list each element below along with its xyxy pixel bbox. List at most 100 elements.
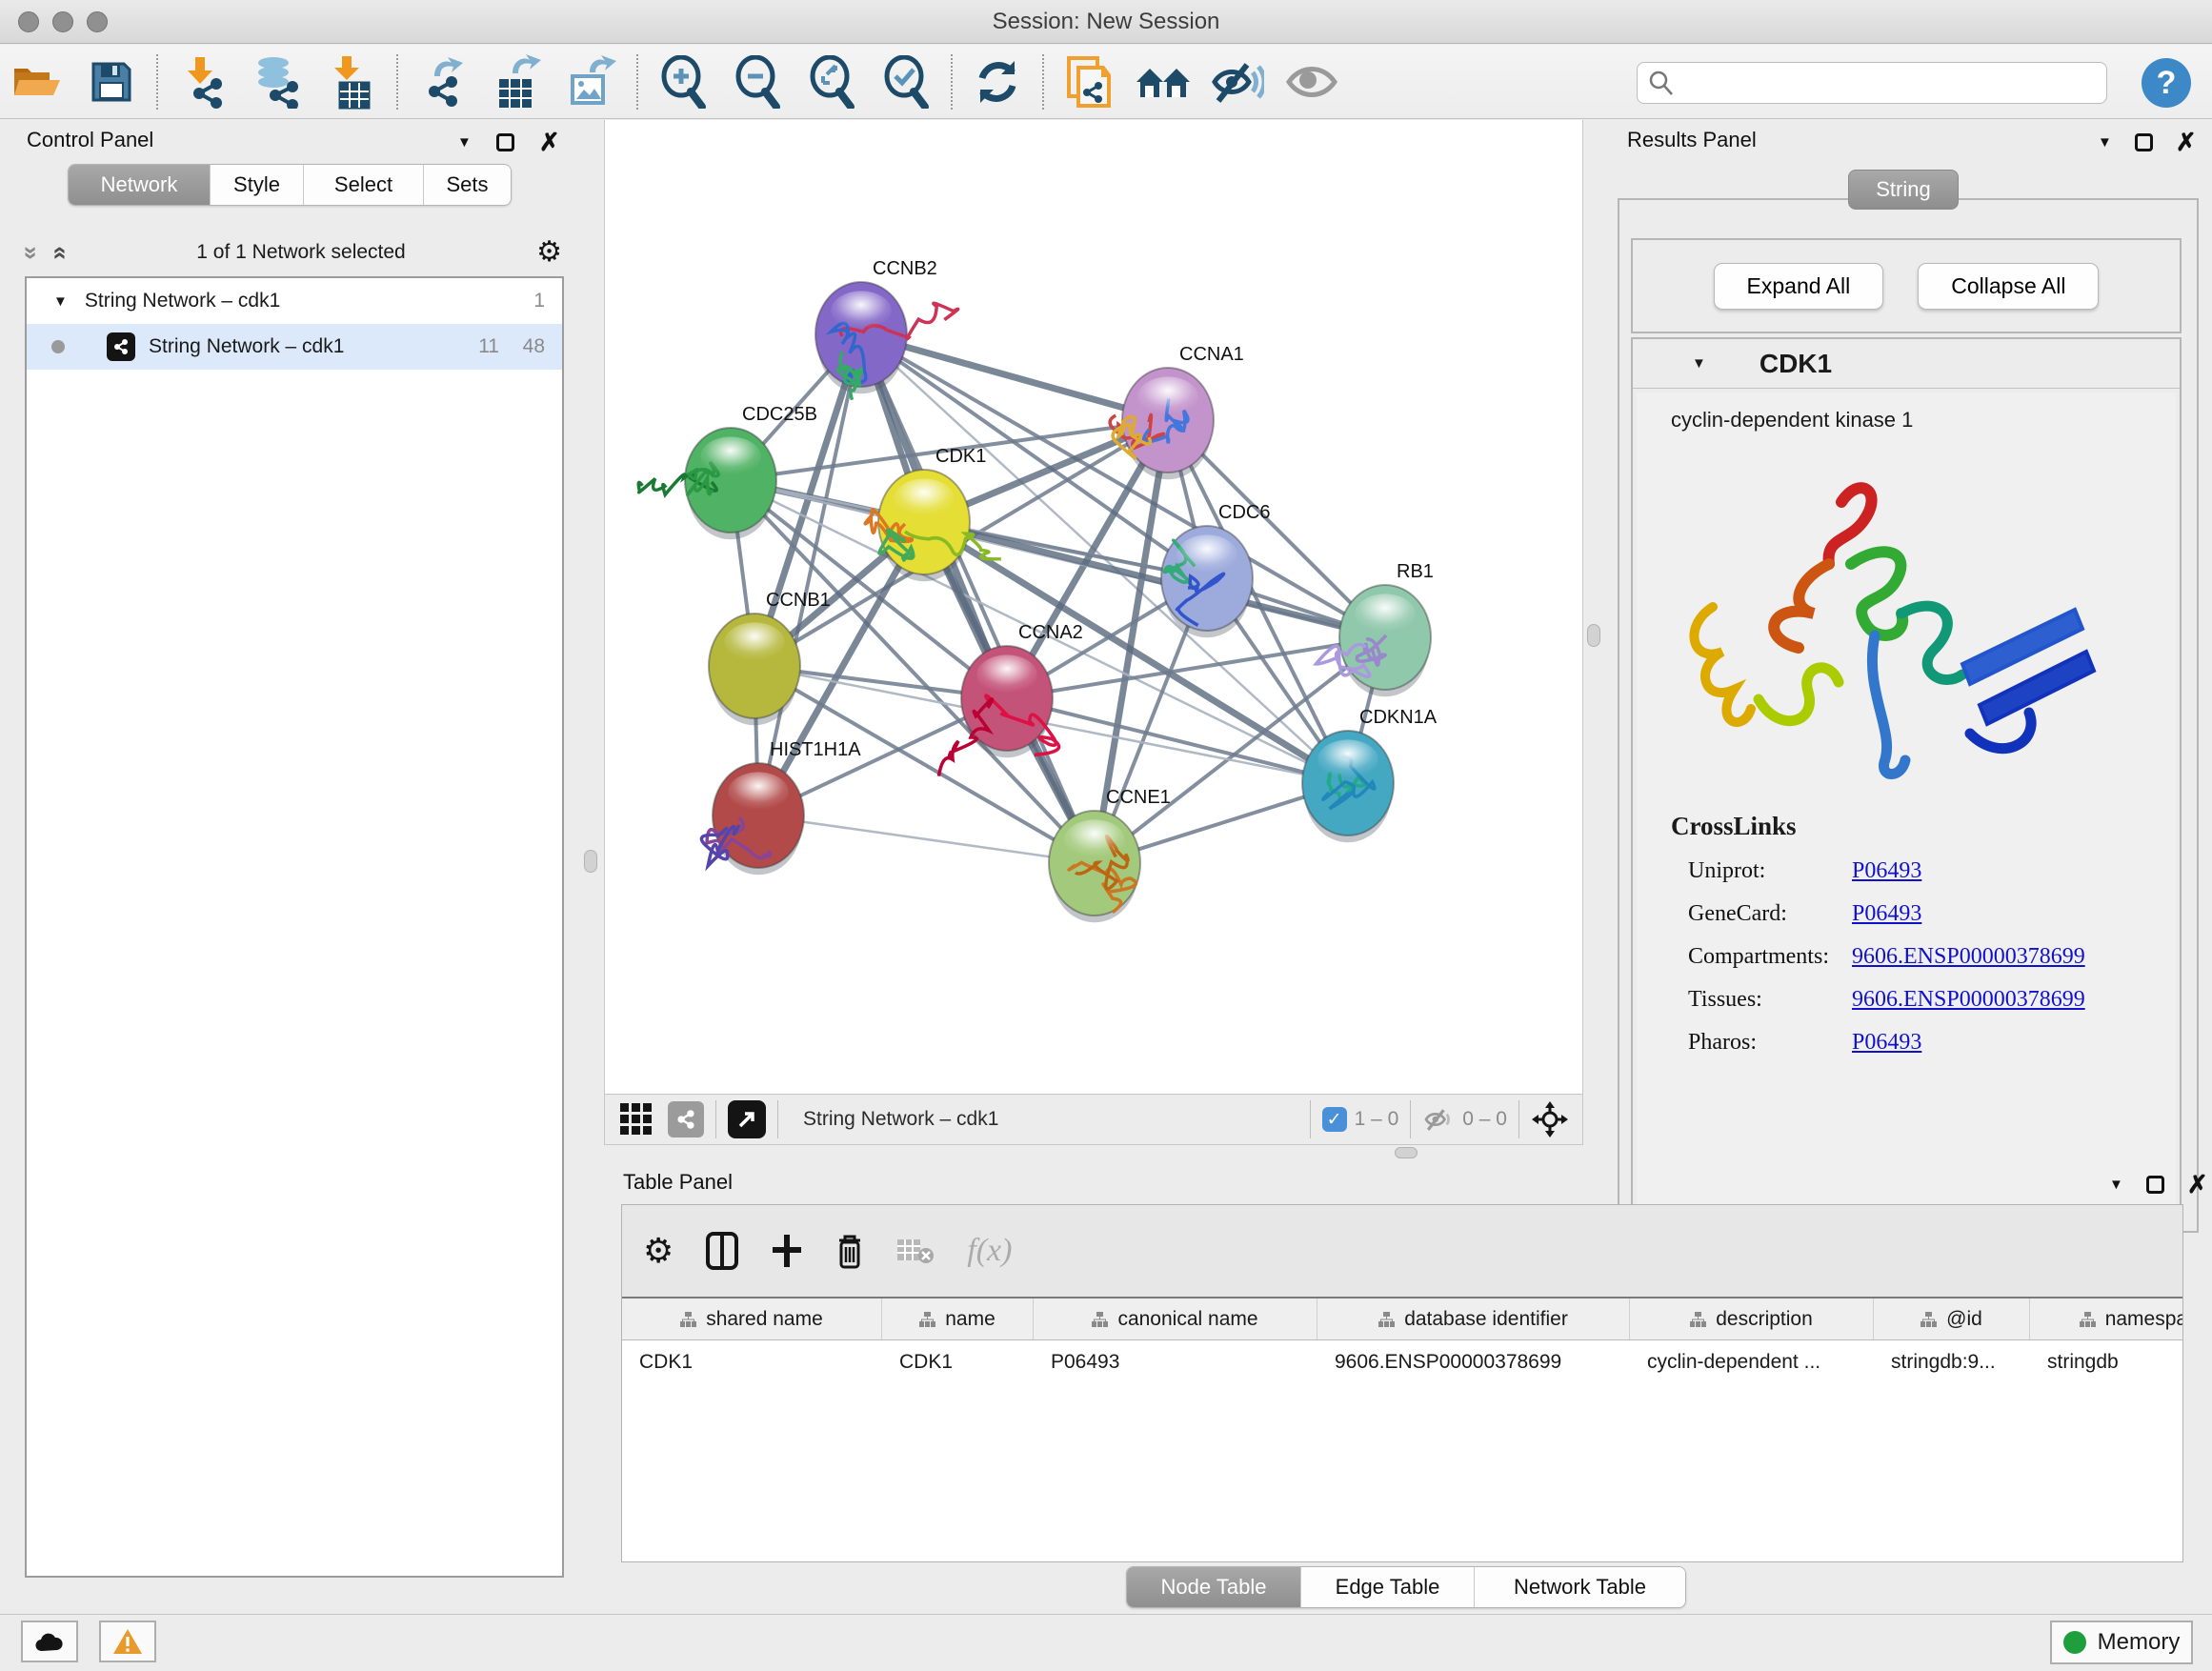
help-label: ? — [2157, 65, 2177, 102]
table-panel-close-icon[interactable]: ✗ — [2187, 1172, 2208, 1197]
refresh-view-button[interactable] — [960, 51, 1035, 112]
tab-edge-table[interactable]: Edge Table — [1300, 1567, 1474, 1607]
results-panel-close-icon[interactable]: ✗ — [2176, 130, 2197, 154]
show-graphics-button[interactable] — [1275, 51, 1349, 112]
expand-all-button[interactable]: Expand All — [1714, 263, 1884, 310]
zoom-in-button[interactable] — [646, 51, 720, 112]
column-header-shared-name[interactable]: shared name — [622, 1299, 882, 1339]
table-cell[interactable]: 9606.ENSP00000378699 — [1317, 1351, 1630, 1374]
column-header-name[interactable]: name — [882, 1299, 1034, 1339]
tab-network[interactable]: Network — [69, 165, 210, 205]
zoom-selected-button[interactable] — [869, 51, 943, 112]
cloud-status-button[interactable] — [21, 1621, 78, 1662]
delete-table-icon[interactable] — [896, 1237, 935, 1265]
table-cell[interactable]: cyclin-dependent ... — [1630, 1351, 1874, 1374]
left-splitter-handle[interactable] — [584, 850, 597, 873]
import-network-from-database-button[interactable] — [240, 51, 314, 112]
table-cell[interactable]: CDK1 — [622, 1351, 882, 1374]
search-input[interactable] — [1674, 71, 2106, 94]
network-canvas[interactable]: CCNB2CCNA1CDC25BCDK1CDC6RB1CCNB1CCNA2CDK… — [604, 120, 1583, 1094]
table-options-gear-icon[interactable]: ⚙ — [643, 1234, 674, 1268]
network-options-gear-icon[interactable]: ⚙ — [536, 238, 562, 267]
table-cell[interactable]: stringdb:9... — [1874, 1351, 2030, 1374]
tab-style[interactable]: Style — [210, 165, 303, 205]
search-field[interactable] — [1637, 62, 2107, 104]
results-panel-menu-icon[interactable]: ▼ — [2098, 134, 2112, 151]
results-tab-string[interactable]: String — [1848, 170, 1959, 210]
birds-eye-view-button[interactable] — [1126, 51, 1200, 112]
import-table-button[interactable] — [314, 51, 389, 112]
expand-all-networks-icon[interactable]: » — [44, 246, 73, 259]
network-row[interactable]: String Network – cdk1 11 48 — [27, 324, 562, 370]
network-edge[interactable] — [758, 815, 1095, 863]
export-image-button[interactable] — [554, 51, 629, 112]
right-splitter-handle[interactable] — [1587, 624, 1600, 647]
network-node-ccnb1[interactable] — [709, 614, 800, 725]
tab-sets[interactable]: Sets — [423, 165, 511, 205]
crosslink-pharos-link[interactable]: P06493 — [1852, 1030, 1921, 1056]
column-header-description[interactable]: description — [1630, 1299, 1874, 1339]
gene-expander-icon[interactable]: ▼ — [1692, 355, 1706, 372]
control-panel-close-icon[interactable]: ✗ — [539, 130, 560, 154]
crosslink-uniprot-link[interactable]: P06493 — [1852, 858, 1921, 884]
crosslink-tissues-link[interactable]: 9606.ENSP00000378699 — [1852, 987, 2085, 1013]
tab-node-table[interactable]: Node Table — [1127, 1567, 1300, 1607]
network-node-cdkn1a[interactable] — [1302, 731, 1394, 842]
zoom-fit-button[interactable] — [794, 51, 869, 112]
control-panel-float-icon[interactable] — [496, 133, 514, 151]
tab-select[interactable]: Select — [303, 165, 423, 205]
zoom-out-button[interactable] — [720, 51, 794, 112]
control-panel-menu-icon[interactable]: ▼ — [457, 134, 472, 151]
network-collection-row[interactable]: ▼ String Network – cdk1 1 — [27, 278, 562, 324]
export-network-button[interactable] — [406, 51, 480, 112]
birdseye-toggle-button[interactable] — [1531, 1100, 1569, 1138]
string-import-button[interactable] — [1052, 51, 1126, 112]
hide-unhide-button[interactable] — [1200, 51, 1275, 112]
application-window: Session: New Session — [0, 0, 2212, 1671]
network-node-ccnb2[interactable] — [815, 282, 958, 400]
collection-expander-icon[interactable]: ▼ — [53, 293, 68, 310]
import-network-button[interactable] — [166, 51, 240, 112]
column-header-database-identifier[interactable]: database identifier — [1317, 1299, 1630, 1339]
delete-column-icon[interactable] — [835, 1233, 864, 1269]
network-node-cdc25b[interactable] — [638, 428, 776, 539]
table-row[interactable]: CDK1CDK1P064939606.ENSP00000378699cyclin… — [622, 1340, 2183, 1384]
table-cell[interactable]: stringdb — [2030, 1351, 2183, 1374]
help-button[interactable]: ? — [2142, 58, 2191, 108]
results-panel-float-icon[interactable] — [2135, 133, 2153, 151]
column-header-canonical-name[interactable]: canonical name — [1034, 1299, 1317, 1339]
export-table-button[interactable] — [480, 51, 554, 112]
network-node-cdc6[interactable] — [1161, 526, 1253, 637]
grid-view-button[interactable] — [620, 1103, 653, 1136]
table-cell[interactable]: P06493 — [1034, 1351, 1317, 1374]
crosslink-compartments-link[interactable]: 9606.ENSP00000378699 — [1852, 944, 2085, 970]
crosslink-genecard-link[interactable]: P06493 — [1852, 901, 1921, 927]
warnings-button[interactable] — [99, 1621, 156, 1662]
open-folder-icon — [12, 61, 62, 103]
save-session-button[interactable] — [74, 51, 149, 112]
collapse-all-networks-icon[interactable]: » — [17, 246, 47, 259]
gene-section-header[interactable]: ▼ CDK1 — [1633, 339, 2180, 389]
column-header--id[interactable]: @id — [1874, 1299, 2030, 1339]
memory-button[interactable]: Memory — [2050, 1621, 2193, 1664]
create-column-icon[interactable] — [771, 1233, 803, 1269]
collapse-all-button[interactable]: Collapse All — [1918, 263, 2099, 310]
crosslinks-section: CrossLinks Uniprot: P06493 GeneCard: P06… — [1671, 812, 2085, 1056]
network-node-ccne1[interactable] — [1049, 811, 1140, 922]
selected-checkbox-icon[interactable]: ✓ — [1322, 1107, 1347, 1132]
network-edge[interactable] — [861, 334, 1095, 863]
network-node-cdk1[interactable] — [865, 470, 1001, 581]
column-header-namespace[interactable]: namespace — [2030, 1299, 2183, 1339]
detach-view-button[interactable] — [728, 1100, 766, 1138]
table-cell[interactable]: CDK1 — [882, 1351, 1034, 1374]
bottom-splitter-handle[interactable] — [1395, 1147, 1418, 1158]
network-view-type-button[interactable] — [668, 1101, 704, 1137]
open-session-button[interactable] — [0, 51, 74, 112]
show-columns-icon[interactable] — [706, 1232, 738, 1270]
table-panel-float-icon[interactable] — [2146, 1176, 2164, 1194]
function-builder-icon[interactable]: f(x) — [967, 1233, 1012, 1269]
table-panel-menu-icon[interactable]: ▼ — [2109, 1177, 2123, 1193]
tab-network-table[interactable]: Network Table — [1474, 1567, 1685, 1607]
network-node-ccna1[interactable] — [1110, 368, 1214, 479]
network-node-hist1h1a[interactable] — [701, 763, 804, 875]
